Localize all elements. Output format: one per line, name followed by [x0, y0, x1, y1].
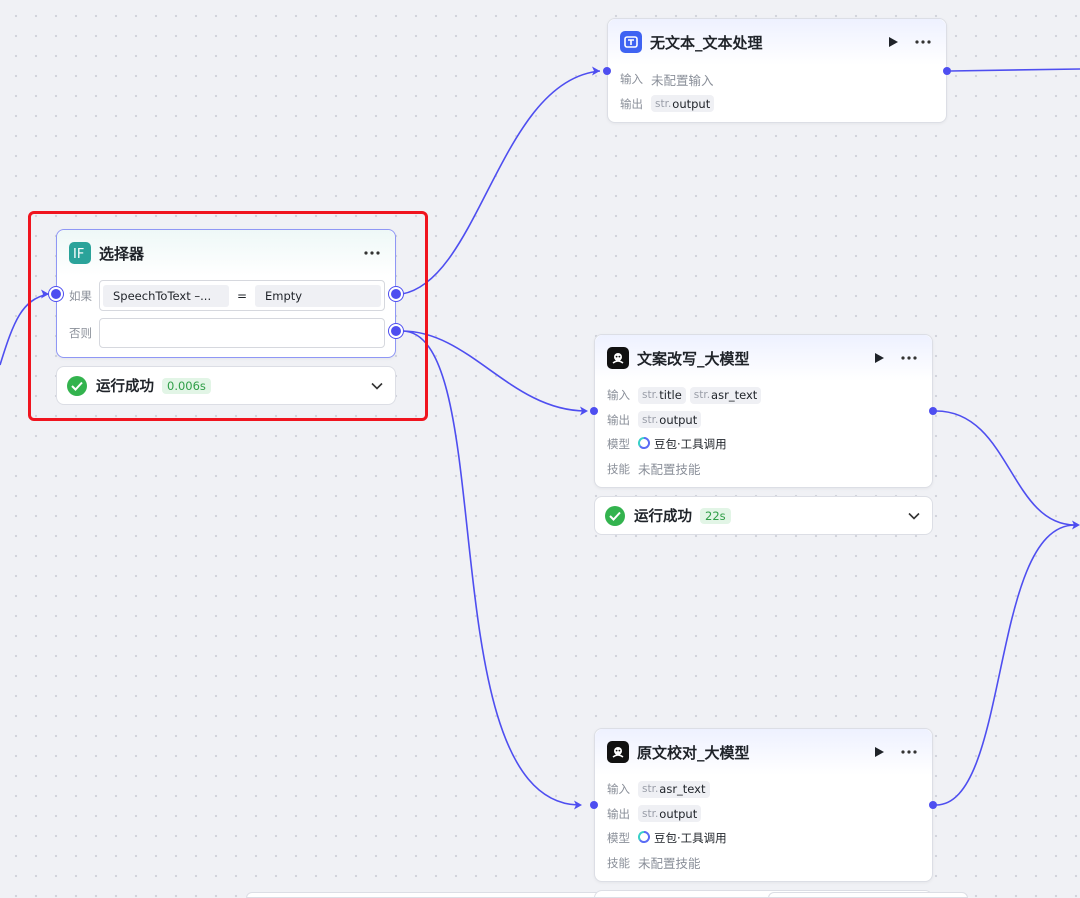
- text-process-node-title: 无文本_文本处理: [650, 33, 763, 52]
- output-label: 输出: [607, 412, 630, 427]
- text-process-icon: [620, 31, 642, 53]
- play-icon[interactable]: [870, 743, 888, 761]
- skill-value: 未配置技能: [638, 856, 701, 872]
- input-chip: str. asr_text: [689, 386, 762, 404]
- rewrite-status-bar[interactable]: 运行成功 22s: [594, 496, 933, 535]
- edge-rewrite-out: [935, 410, 1076, 526]
- more-options-icon[interactable]: [898, 349, 920, 367]
- input-row: 输入 未配置输入: [620, 67, 934, 92]
- play-icon[interactable]: [884, 33, 902, 51]
- input-chip: str. title: [638, 386, 686, 404]
- output-chip: str. output: [651, 95, 715, 113]
- output-row: 输出 str. output: [607, 408, 920, 433]
- success-check-icon: [605, 505, 625, 526]
- skill-row: 技能 未配置技能: [607, 851, 920, 876]
- input-row: 输入 str. asr_text: [607, 777, 920, 802]
- model-value: 豆包·工具调用: [654, 437, 727, 452]
- proofread-llm-node[interactable]: 原文校对_大模型 输入 str. asr_text 输出 str. output 模…: [594, 728, 933, 882]
- skill-row: 技能 未配置技能: [607, 457, 920, 482]
- output-chip: str. output: [638, 805, 702, 823]
- output-row: 输出 str. output: [620, 92, 934, 117]
- input-row: 输入 str. title str. asr_text: [607, 383, 920, 408]
- rewrite-output-port[interactable]: [929, 407, 937, 415]
- proofread-node-title: 原文校对_大模型: [637, 743, 750, 762]
- arrow-rewrite-in: [580, 406, 588, 416]
- model-row: 模型 豆包·工具调用: [607, 826, 920, 851]
- skill-label: 技能: [607, 855, 630, 870]
- text-process-input-port[interactable]: [603, 67, 611, 75]
- skill-label: 技能: [607, 461, 630, 476]
- llm-icon: [607, 347, 629, 369]
- chevron-down-icon[interactable]: [906, 508, 922, 524]
- rewrite-node-header: 文案改写_大模型: [595, 335, 932, 381]
- input-label: 输入: [607, 782, 630, 797]
- more-options-icon[interactable]: [912, 33, 934, 51]
- status-time-badge: 22s: [700, 507, 731, 524]
- model-value: 豆包·工具调用: [654, 831, 727, 846]
- edge-if-to-text: [401, 70, 601, 295]
- proofread-node-header: 原文校对_大模型: [595, 729, 932, 775]
- proofread-output-port[interactable]: [929, 801, 937, 809]
- output-label: 输出: [607, 806, 630, 821]
- text-process-output-port[interactable]: [943, 67, 951, 75]
- text-process-node-header: 无文本_文本处理: [608, 19, 946, 65]
- output-row: 输出 str. output: [607, 802, 920, 827]
- skill-value: 未配置技能: [638, 462, 701, 478]
- arrow-proofread-in: [574, 800, 582, 810]
- text-process-node[interactable]: 无文本_文本处理 输入 未配置输入 输出 str. output: [607, 18, 947, 123]
- arrow-text-in: [592, 66, 600, 76]
- offscreen-node-stub[interactable]: [768, 892, 968, 898]
- input-chip: str. asr_text: [638, 780, 710, 798]
- rewrite-node-title: 文案改写_大模型: [637, 349, 750, 368]
- status-text: 运行成功: [634, 509, 692, 525]
- output-label: 输出: [620, 96, 643, 111]
- input-label: 输入: [607, 388, 630, 403]
- doubao-model-icon: [638, 436, 650, 452]
- edge-else-to-proofread: [401, 330, 579, 806]
- model-label: 模型: [607, 437, 630, 452]
- selection-highlight-box: [28, 211, 428, 421]
- play-icon[interactable]: [870, 349, 888, 367]
- output-chip: str. output: [638, 411, 702, 429]
- input-label: 输入: [620, 72, 643, 87]
- model-row: 模型 豆包·工具调用: [607, 432, 920, 457]
- rewrite-input-port[interactable]: [590, 407, 598, 415]
- input-value: 未配置输入: [651, 72, 714, 88]
- rewrite-llm-node[interactable]: 文案改写_大模型 输入 str. title str. asr_text 输出 st…: [594, 334, 933, 488]
- proofread-input-port[interactable]: [590, 801, 598, 809]
- edge-else-to-rewrite: [401, 330, 586, 412]
- edge-text-out: [949, 68, 1080, 72]
- edge-proofread-out: [935, 524, 1076, 806]
- doubao-model-icon: [638, 830, 650, 846]
- more-options-icon[interactable]: [898, 743, 920, 761]
- model-label: 模型: [607, 831, 630, 846]
- llm-icon: [607, 741, 629, 763]
- arrow-merge-in: [1072, 520, 1080, 530]
